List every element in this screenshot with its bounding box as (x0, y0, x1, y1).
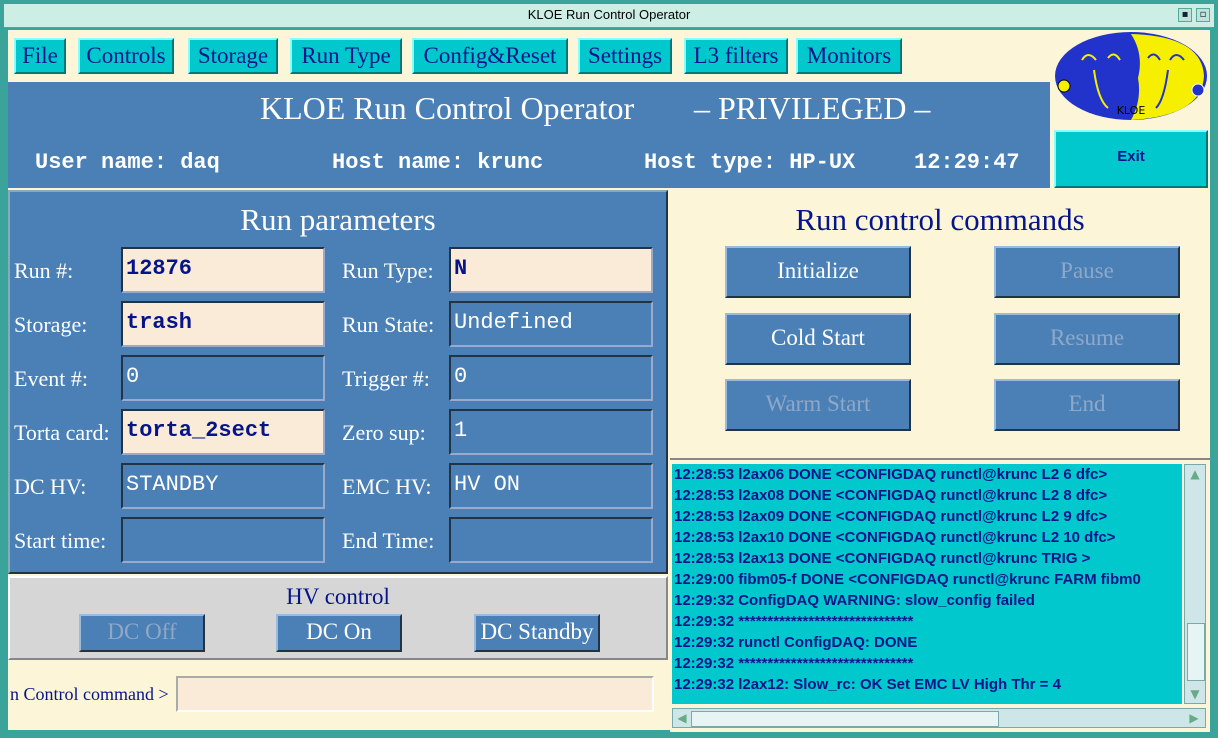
dc-hv-value: STANDBY (121, 463, 325, 509)
menu-config-reset[interactable]: Config&Reset (412, 38, 568, 74)
log-line: 12:29:00 fibm05-f DONE <CONFIGDAQ runctl… (674, 571, 1141, 588)
kloe-logo: KLOE (1052, 30, 1210, 128)
user-name: User name: daq (35, 150, 220, 175)
run-type-field[interactable]: N (449, 247, 653, 293)
vertical-scroll-thumb[interactable] (1187, 623, 1205, 681)
hv-control-panel: HV control DC Off DC On DC Standby (8, 576, 668, 660)
start-time-value (121, 517, 325, 563)
vertical-scrollbar[interactable]: ▲ ▼ (1184, 464, 1206, 704)
start-time-label: Start time: (14, 528, 107, 553)
trigger-number-label: Trigger #: (342, 366, 430, 391)
clock: 12:29:47 (914, 150, 1020, 175)
end-time-label: End Time: (342, 528, 435, 553)
title-bar[interactable]: KLOE Run Control Operator ▪ ▫ (4, 4, 1214, 28)
host-type: Host type: HP-UX (644, 150, 856, 175)
header-panel: KLOE Run Control Operator – PRIVILEGED –… (8, 82, 1050, 188)
menu-bar: File Controls Storage Run Type Config&Re… (8, 30, 1050, 82)
storage-field[interactable]: trash (121, 301, 325, 347)
minimize-icon[interactable]: ▪ (1178, 8, 1192, 22)
dc-off-button[interactable]: DC Off (79, 614, 205, 652)
horizontal-scrollbar[interactable]: ◀ ▶ (672, 708, 1206, 728)
menu-file[interactable]: File (14, 38, 66, 74)
run-control-commands-panel: Run control commands Initialize Pause Co… (670, 190, 1210, 458)
app-window: KLOE Run Control Operator ▪ ▫ File Contr… (0, 0, 1218, 738)
run-type-label: Run Type: (342, 258, 434, 283)
maximize-icon[interactable]: ▫ (1196, 8, 1210, 22)
emc-hv-value: HV ON (449, 463, 653, 509)
log-panel: 12:28:53 l2ax06 DONE <CONFIGDAQ runctl@k… (670, 458, 1210, 732)
dc-on-button[interactable]: DC On (276, 614, 402, 652)
window-title: KLOE Run Control Operator (527, 7, 691, 22)
zero-sup-label: Zero sup: (342, 420, 426, 445)
scroll-right-icon[interactable]: ▶ (1187, 711, 1201, 725)
menu-run-type[interactable]: Run Type (290, 38, 402, 74)
run-parameters-title: Run parameters (240, 202, 436, 237)
hv-control-title: HV control (286, 584, 390, 609)
end-time-value (449, 517, 653, 563)
scroll-down-icon[interactable]: ▼ (1188, 687, 1202, 701)
initialize-button[interactable]: Initialize (725, 246, 911, 298)
menu-storage[interactable]: Storage (188, 38, 278, 74)
scroll-up-icon[interactable]: ▲ (1188, 467, 1202, 481)
torta-card-field[interactable]: torta_2sect (121, 409, 325, 455)
log-line: 12:29:32 ****************************** (674, 613, 914, 630)
cold-start-button[interactable]: Cold Start (725, 313, 911, 365)
log-line: 12:29:32 ConfigDAQ WARNING: slow_config … (674, 592, 1035, 609)
event-number-value: 0 (121, 355, 325, 401)
logo-text: KLOE (1117, 104, 1146, 117)
log-line: 12:28:53 l2ax10 DONE <CONFIGDAQ runctl@k… (674, 529, 1116, 546)
resume-button[interactable]: Resume (994, 313, 1180, 365)
log-line: 12:28:53 l2ax06 DONE <CONFIGDAQ runctl@k… (674, 466, 1108, 483)
end-button[interactable]: End (994, 379, 1180, 431)
log-line: 12:29:32 ****************************** (674, 655, 914, 672)
log-line: 12:28:53 l2ax13 DONE <CONFIGDAQ runctl@k… (674, 550, 1091, 567)
privilege-mode: – PRIVILEGED – (694, 90, 931, 126)
warm-start-button[interactable]: Warm Start (725, 379, 911, 431)
run-state-label: Run State: (342, 312, 435, 337)
zero-sup-value: 1 (449, 409, 653, 455)
dc-standby-button[interactable]: DC Standby (474, 614, 600, 652)
trigger-number-value: 0 (449, 355, 653, 401)
torta-card-label: Torta card: (14, 420, 110, 445)
horizontal-scroll-thumb[interactable] (691, 711, 999, 727)
run-number-label: Run #: (14, 258, 74, 283)
menu-monitors[interactable]: Monitors (796, 38, 902, 74)
log-line: 12:28:53 l2ax09 DONE <CONFIGDAQ runctl@k… (674, 508, 1108, 525)
run-parameters-panel: Run parameters Run #: 12876 Run Type: N … (8, 190, 668, 574)
log-area[interactable]: 12:28:53 l2ax06 DONE <CONFIGDAQ runctl@k… (672, 464, 1182, 704)
log-line: 12:28:53 l2ax08 DONE <CONFIGDAQ runctl@k… (674, 487, 1108, 504)
exit-button[interactable]: Exit (1054, 130, 1208, 188)
dc-hv-label: DC HV: (14, 474, 87, 499)
event-number-label: Event #: (14, 366, 88, 391)
command-input[interactable] (176, 676, 654, 712)
host-name: Host name: krunc (332, 150, 544, 175)
storage-label: Storage: (14, 312, 88, 337)
log-line: 12:29:32 runctl ConfigDAQ: DONE (674, 634, 918, 651)
menu-settings[interactable]: Settings (578, 38, 672, 74)
menu-l3-filters[interactable]: L3 filters (684, 38, 788, 74)
command-row: n Control command > (8, 660, 668, 716)
kloe-logo-icon: KLOE (1055, 32, 1207, 120)
app-title: KLOE Run Control Operator (260, 90, 635, 126)
run-control-title: Run control commands (795, 202, 1085, 237)
command-label: n Control command > (10, 684, 169, 704)
run-state-value: Undefined (449, 301, 653, 347)
emc-hv-label: EMC HV: (342, 474, 432, 499)
pause-button[interactable]: Pause (994, 246, 1180, 298)
run-number-field[interactable]: 12876 (121, 247, 325, 293)
log-line: 12:29:32 l2ax12: Slow_rc: OK Set EMC LV … (674, 676, 1061, 693)
scroll-left-icon[interactable]: ◀ (675, 711, 689, 725)
menu-controls[interactable]: Controls (78, 38, 174, 74)
main-content: File Controls Storage Run Type Config&Re… (8, 30, 1210, 732)
